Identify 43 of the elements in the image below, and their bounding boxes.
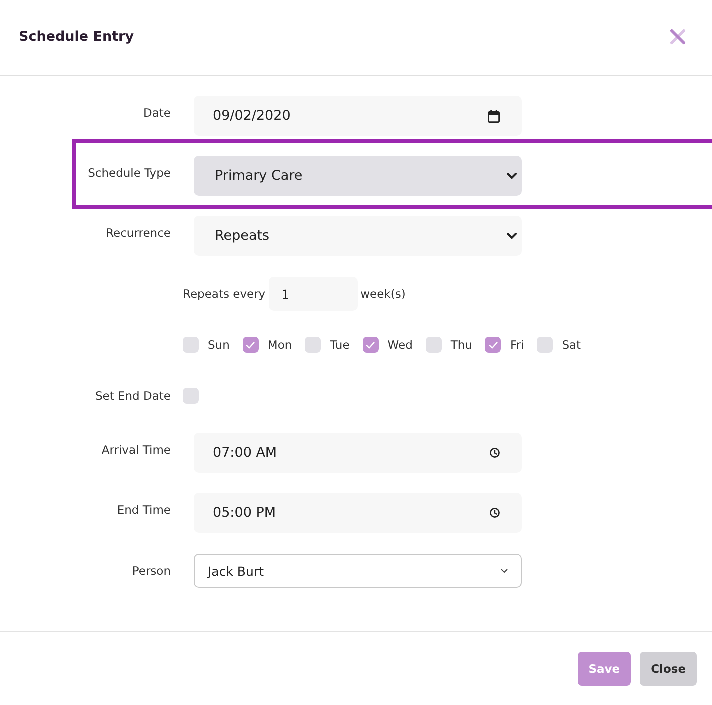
check-icon bbox=[488, 342, 498, 348]
dialog-title: Schedule Entry bbox=[19, 29, 134, 45]
checkbox[interactable] bbox=[183, 337, 199, 353]
checkbox-label: Sat bbox=[562, 338, 582, 352]
checkbox[interactable] bbox=[242, 337, 259, 353]
time-field[interactable]: 05:00 PM bbox=[194, 493, 522, 533]
checkbox[interactable] bbox=[183, 388, 199, 404]
field-label: Person bbox=[132, 564, 171, 578]
checkbox-label: Fri bbox=[510, 338, 524, 352]
checkbox-label: Thu bbox=[450, 338, 472, 352]
field-label: Date bbox=[144, 106, 171, 122]
clock-icon bbox=[490, 448, 500, 458]
field-label: Set End Date bbox=[95, 389, 171, 403]
dropdown-field[interactable]: Jack Burt bbox=[194, 554, 522, 588]
checkbox[interactable] bbox=[485, 337, 502, 353]
close-button[interactable]: Close bbox=[640, 652, 697, 686]
check-icon bbox=[366, 342, 376, 348]
checkbox[interactable] bbox=[362, 337, 379, 353]
field-label: Arrival Time bbox=[102, 442, 171, 458]
calendar-icon bbox=[488, 110, 500, 122]
chevron-down-icon bbox=[507, 172, 517, 180]
repeat-label: Repeats every bbox=[183, 287, 266, 301]
checkbox-label: Mon bbox=[268, 338, 292, 352]
chevron-down-icon bbox=[501, 569, 508, 573]
field-label: End Time bbox=[117, 502, 171, 518]
checkbox-label: Sun bbox=[208, 338, 230, 352]
field-label: Schedule Type bbox=[88, 166, 171, 182]
checkbox-label: Wed bbox=[388, 338, 413, 352]
chevron-down-icon bbox=[507, 232, 517, 240]
checkbox[interactable] bbox=[426, 337, 442, 353]
unit-label: week(s) bbox=[360, 287, 406, 301]
check-icon bbox=[246, 342, 256, 348]
close-icon[interactable] bbox=[670, 29, 686, 45]
select-field[interactable]: Repeats bbox=[194, 216, 522, 256]
number-field[interactable]: 1 bbox=[268, 277, 358, 311]
select-field[interactable]: Primary Care bbox=[194, 156, 522, 196]
field-label: Recurrence bbox=[106, 226, 171, 242]
checkbox-label: Tue bbox=[330, 338, 350, 352]
checkbox[interactable] bbox=[305, 337, 322, 353]
clock-icon bbox=[490, 508, 500, 518]
checkbox[interactable] bbox=[537, 337, 554, 353]
date-field[interactable]: 09/02/2020 bbox=[194, 96, 522, 136]
time-field[interactable]: 07:00 AM bbox=[194, 433, 522, 473]
